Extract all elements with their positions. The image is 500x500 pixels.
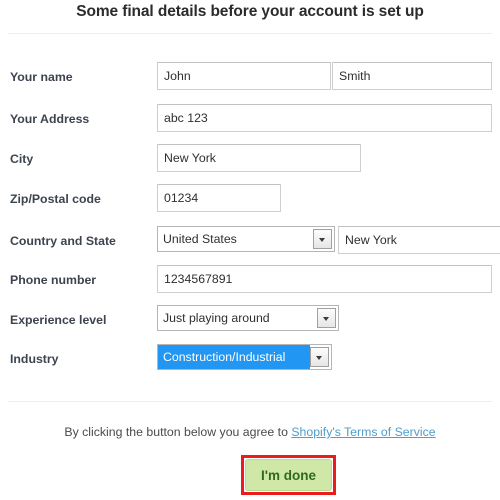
label-experience: Experience level xyxy=(10,313,107,327)
form-row-country-state: Country and State United States New York xyxy=(0,226,500,256)
experience-select[interactable]: Just playing around xyxy=(157,305,339,331)
label-your-name: Your name xyxy=(10,70,73,84)
last-name-input[interactable]: Smith xyxy=(332,62,492,90)
form-row-zip: Zip/Postal code 01234 xyxy=(0,184,500,214)
label-city: City xyxy=(10,152,34,166)
country-select-value: United States xyxy=(163,232,237,246)
form-row-your-address: Your Address abc 123 xyxy=(0,104,500,134)
label-phone: Phone number xyxy=(10,273,97,287)
divider-top xyxy=(8,33,492,34)
form-row-city: City New York xyxy=(0,144,500,174)
experience-select-value: Just playing around xyxy=(163,311,270,325)
form-row-industry: Industry Construction/Industrial xyxy=(0,344,500,374)
country-select[interactable]: United States xyxy=(157,226,335,252)
zip-input[interactable]: 01234 xyxy=(157,184,281,212)
first-name-input[interactable]: John xyxy=(157,62,331,90)
phone-input[interactable]: 1234567891 xyxy=(157,265,492,293)
address-input[interactable]: abc 123 xyxy=(157,104,492,132)
chevron-down-icon xyxy=(317,308,336,328)
page-title: Some final details before your account i… xyxy=(76,3,424,20)
chevron-down-icon xyxy=(313,229,332,249)
label-industry: Industry xyxy=(10,352,59,366)
state-input[interactable]: New York xyxy=(338,226,500,254)
divider-bottom xyxy=(8,401,492,402)
done-button[interactable]: I'm done xyxy=(245,459,332,491)
industry-select-value: Construction/Industrial xyxy=(158,345,310,369)
terms-of-service-link[interactable]: Shopify's Terms of Service xyxy=(291,425,435,439)
form-row-experience: Experience level Just playing around xyxy=(0,305,500,335)
terms-agreement-text: By clicking the button below you agree t… xyxy=(0,425,500,439)
industry-select[interactable]: Construction/Industrial xyxy=(157,344,332,370)
terms-agreement-prefix: By clicking the button below you agree t… xyxy=(64,425,292,439)
city-input[interactable]: New York xyxy=(157,144,361,172)
label-zip: Zip/Postal code xyxy=(10,192,101,206)
label-country-state: Country and State xyxy=(10,234,116,248)
signup-details-page: Some final details before your account i… xyxy=(0,0,500,500)
label-your-address: Your Address xyxy=(10,112,90,126)
form-row-your-name: Your name John Smith xyxy=(0,62,500,92)
chevron-down-icon xyxy=(310,347,329,367)
form-row-phone: Phone number 1234567891 xyxy=(0,265,500,295)
